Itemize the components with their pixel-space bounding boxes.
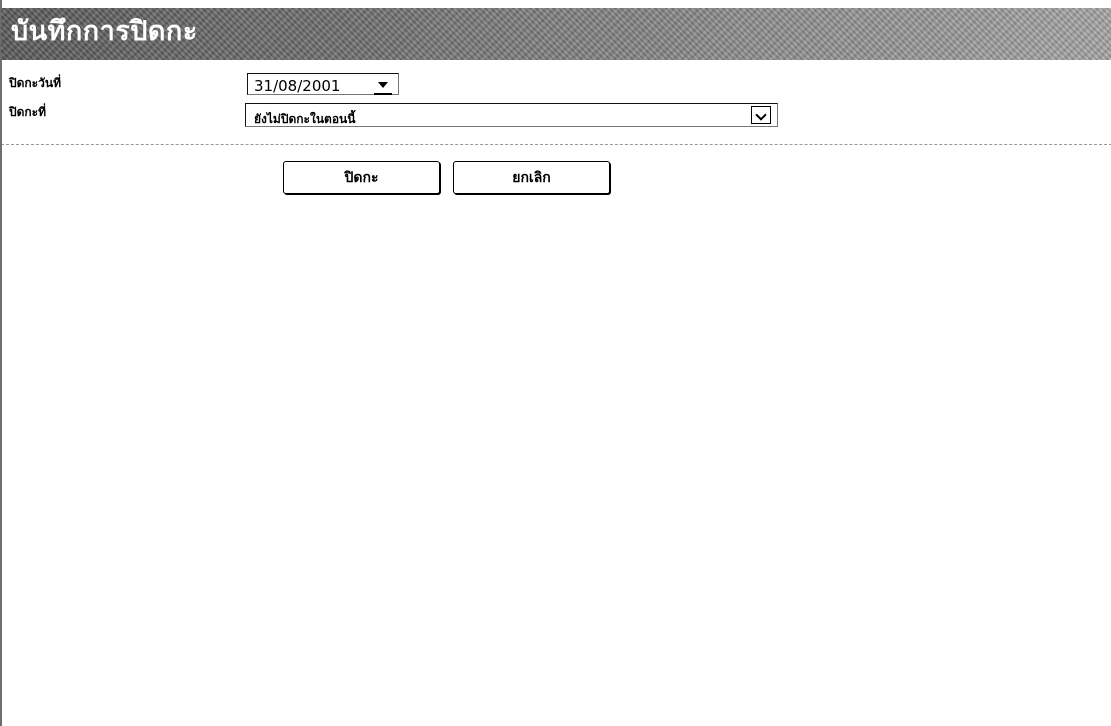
close-status-label: ปิดกะที่ [9, 105, 47, 119]
dropdown-underline [374, 93, 392, 95]
close-date-value: 31/08/2001 [254, 77, 341, 95]
close-date-label: ปิดกะวันที่ [9, 76, 61, 90]
left-border [1, 0, 2, 726]
form-divider [1, 144, 1111, 145]
page-title: บันทึกการปิดกะ [11, 16, 198, 47]
chevron-down-icon[interactable] [751, 106, 771, 124]
close-date-dropdown[interactable]: 31/08/2001 [247, 73, 399, 95]
title-bar: บันทึกการปิดกะ [1, 8, 1111, 60]
cancel-button[interactable]: ยกเลิก [453, 161, 610, 194]
main-window: บันทึกการปิดกะ ปิดกะวันที่ ปิดกะที่ 31/0… [0, 0, 1111, 726]
chevron-down-icon [755, 109, 767, 121]
close-shift-button[interactable]: ปิดกะ [283, 161, 440, 194]
close-status-dropdown[interactable]: ยังไม่ปิดกะในตอนนี้ [245, 103, 778, 127]
chevron-down-icon[interactable] [374, 78, 392, 95]
chevron-down-icon [378, 81, 388, 88]
close-status-value: ยังไม่ปิดกะในตอนนี้ [254, 112, 356, 126]
